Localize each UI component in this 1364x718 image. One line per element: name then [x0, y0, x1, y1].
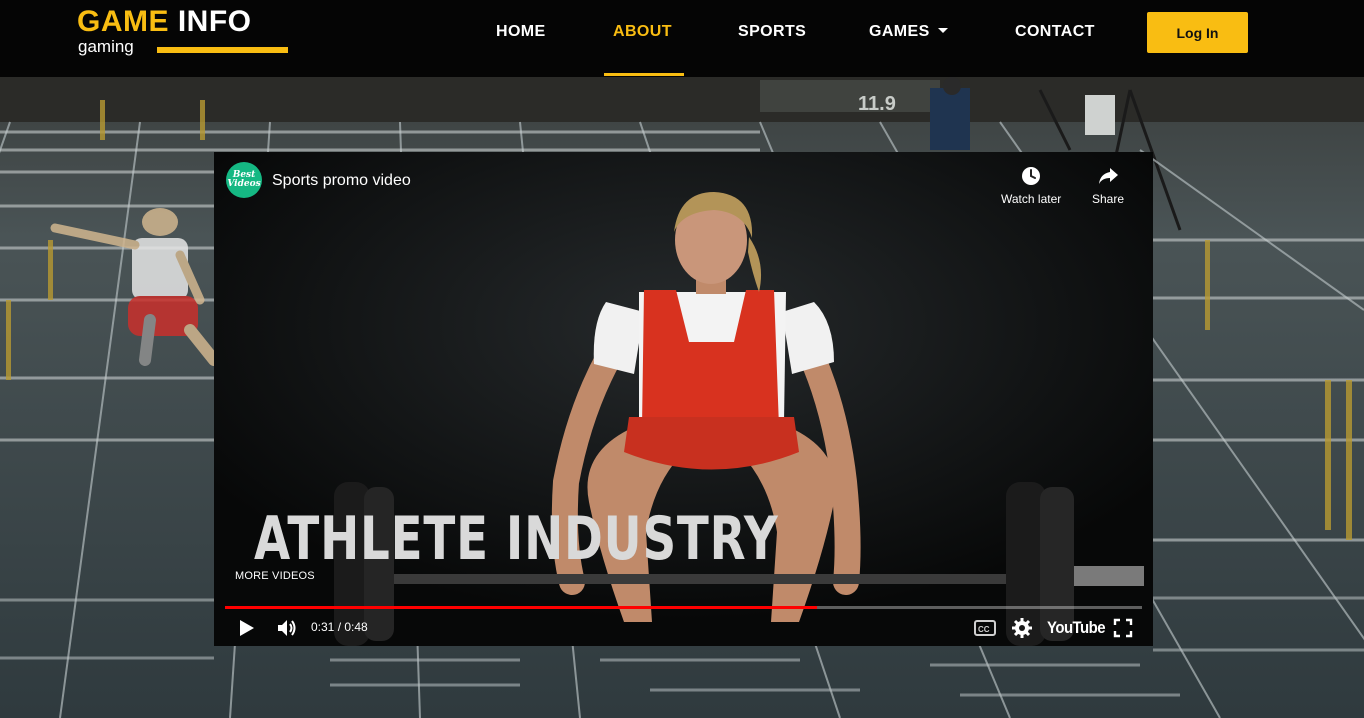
volume-icon[interactable] — [276, 617, 298, 639]
share-label: Share — [1092, 192, 1125, 206]
watch-later-button[interactable]: Watch later — [1001, 166, 1061, 206]
video-title[interactable]: Sports promo video — [272, 171, 411, 191]
play-icon[interactable] — [238, 618, 256, 638]
video-player[interactable]: Best Videos Sports promo video Watch lat… — [214, 152, 1153, 646]
share-icon — [1099, 168, 1119, 184]
nav-link-about[interactable]: ABOUT — [613, 22, 672, 44]
nav-link-games-label: GAMES — [869, 23, 930, 40]
captions-icon[interactable]: CC — [974, 619, 996, 637]
scoreboard-text: 11.9 — [858, 93, 896, 115]
more-videos-link[interactable]: MORE VIDEOS — [235, 570, 315, 583]
logo-underline-bar — [157, 47, 288, 53]
youtube-logo[interactable]: YouTube — [1047, 618, 1106, 638]
site-logo[interactable]: GAME INFO gaming — [77, 6, 292, 62]
login-button[interactable]: Log In — [1147, 12, 1248, 53]
logo-word-info: INFO — [177, 5, 252, 38]
video-time-display: 0:31 / 0:48 — [311, 620, 368, 634]
clock-icon — [1022, 167, 1041, 185]
chevron-down-icon — [937, 27, 948, 33]
nav-link-games[interactable]: GAMES — [869, 22, 948, 44]
logo-subtitle: gaming — [78, 37, 134, 56]
fullscreen-icon[interactable] — [1113, 618, 1133, 638]
nav-link-sports[interactable]: SPORTS — [738, 22, 806, 44]
video-overlay-title: ATHLETE INDUSTRY — [254, 504, 779, 574]
settings-icon[interactable] — [1011, 617, 1033, 639]
channel-avatar-text: Best Videos — [227, 170, 261, 189]
video-progress-bar[interactable] — [225, 606, 1142, 609]
video-progress-fill — [225, 606, 818, 609]
top-navbar: GAME INFO gaming HOME ABOUT SPORTS GAMES… — [0, 0, 1364, 77]
logo-word-game: GAME — [77, 5, 169, 38]
logo-wordmark: GAME INFO — [77, 6, 252, 38]
watch-later-label: Watch later — [1001, 192, 1062, 206]
share-button[interactable]: Share — [1092, 166, 1124, 206]
active-nav-indicator — [604, 73, 684, 76]
channel-avatar[interactable]: Best Videos — [226, 162, 262, 198]
svg-text:CC: CC — [978, 625, 990, 634]
nav-link-home[interactable]: HOME — [496, 22, 546, 44]
nav-link-contact[interactable]: CONTACT — [1015, 22, 1095, 44]
